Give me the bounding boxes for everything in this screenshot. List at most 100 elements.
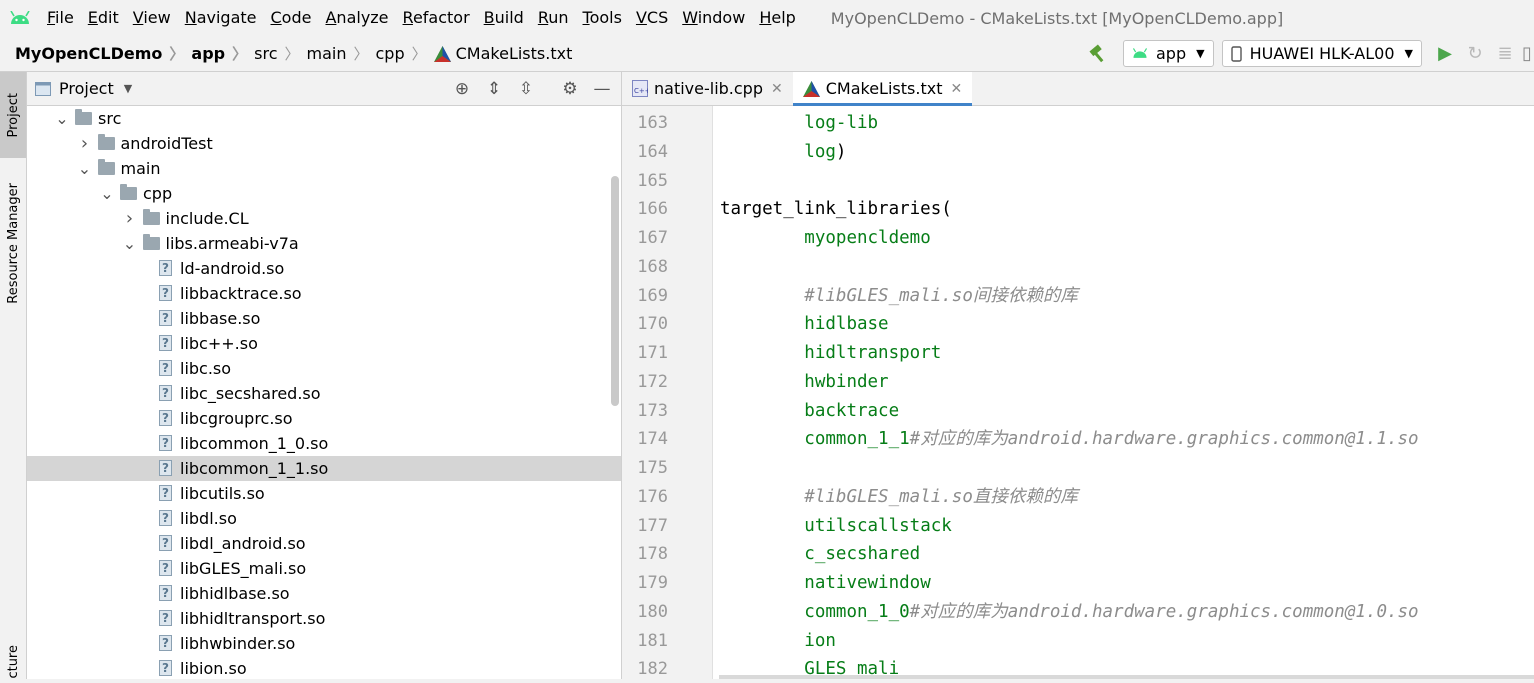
chevron-right-icon[interactable]: › (76, 134, 94, 153)
tree-folder-item[interactable]: ⌄ libs.armeabi-v7a (27, 231, 621, 256)
breadcrumb-src[interactable]: src 〉 (254, 43, 306, 64)
chevron-down-icon[interactable]: ⌄ (76, 160, 94, 176)
line-number: 175 (637, 458, 668, 478)
locate-target-icon[interactable]: ⊕ (449, 76, 475, 102)
tree-file-item[interactable]: ? libbacktrace.so (27, 281, 621, 306)
menu-code[interactable]: Code (264, 0, 319, 36)
breadcrumb-project[interactable]: MyOpenCLDemo 〉 (15, 43, 191, 64)
editor-horizontal-scrollbar[interactable] (719, 675, 1534, 679)
breadcrumb-separator-icon: 〉 (169, 45, 185, 63)
tool-tab-project[interactable]: Project (0, 72, 26, 158)
breadcrumb-module[interactable]: app 〉 (191, 43, 254, 64)
tree-file-item[interactable]: ? libhidlbase.so (27, 581, 621, 606)
tree-file-item[interactable]: ? libhidltransport.so (27, 606, 621, 631)
tree-item-label: libion.so (180, 659, 247, 678)
menu-run[interactable]: Run (531, 0, 576, 36)
tree-file-item[interactable]: ? libhwbinder.so (27, 631, 621, 656)
breadcrumb-separator-icon: 〉 (232, 45, 248, 63)
tree-file-item[interactable]: ? libGLES_mali.so (27, 556, 621, 581)
line-number: 165 (637, 170, 668, 191)
chevron-down-icon[interactable]: ⌄ (121, 235, 139, 251)
project-view-selector[interactable]: Project ▼ (35, 79, 132, 98)
tool-tab-resource-manager[interactable]: Resource Manager (0, 172, 26, 314)
code-line: common_1_1#对应的库为android.hardware.graphic… (720, 425, 1418, 453)
menu-navigate[interactable]: Navigate (178, 0, 264, 36)
tree-item-label: libbase.so (180, 309, 261, 328)
tree-file-item[interactable]: ? libcommon_1_0.so (27, 431, 621, 456)
close-icon[interactable]: ✕ (771, 81, 783, 97)
tree-file-item[interactable]: ? libcommon_1_1.so (27, 456, 621, 481)
tree-file-item[interactable]: ? libcgrouprc.so (27, 406, 621, 431)
tree-file-item[interactable]: ? libbase.so (27, 306, 621, 331)
tree-item-label: libcutils.so (180, 484, 265, 503)
menu-window[interactable]: Window (675, 0, 752, 36)
breadcrumb-separator-icon: 〉 (353, 45, 369, 63)
code-line: utilscallstack (720, 512, 952, 540)
build-hammer-icon[interactable] (1083, 39, 1113, 69)
line-number: 169 (637, 285, 668, 306)
tree-file-item[interactable]: ? libcutils.so (27, 481, 621, 506)
tree-file-item[interactable]: ? libdl_android.so (27, 531, 621, 556)
menu-file[interactable]: File (40, 0, 81, 36)
tree-item-label: libc++.so (180, 334, 258, 353)
tab-cmakelists[interactable]: CMakeLists.txt ✕ (792, 72, 973, 106)
menu-help[interactable]: Help (752, 0, 802, 36)
project-panel: Project ▼ ⊕ ⇕ ⇳ ⚙ — ⌄ src › androidTest ⌄ mai… (27, 72, 622, 679)
tool-tab-structure[interactable]: cture (0, 644, 26, 679)
apply-changes-icon[interactable]: ↻ (1460, 39, 1490, 69)
breadcrumb-separator-icon: 〉 (411, 45, 427, 63)
code-line: nativewindow (720, 569, 930, 597)
tree-folder-item[interactable]: ⌄ src (27, 106, 621, 131)
menu-refactor[interactable]: Refactor (396, 0, 477, 36)
code-area[interactable]: log-lib log) target_link_libraries( myope… (713, 106, 1534, 679)
breadcrumb-main[interactable]: main 〉 (307, 43, 376, 64)
line-number: 170 (637, 314, 668, 335)
expand-all-icon[interactable]: ⇕ (481, 76, 507, 102)
tree-file-item[interactable]: ? libc++.so (27, 331, 621, 356)
breadcrumb-cpp[interactable]: cpp 〉 (376, 43, 434, 64)
close-icon[interactable]: ✕ (950, 81, 962, 97)
tree-folder-item[interactable]: ⌄ main (27, 156, 621, 181)
menu-build[interactable]: Build (477, 0, 531, 36)
breadcrumb-file[interactable]: CMakeLists.txt (433, 44, 572, 63)
gear-icon[interactable]: ⚙ (557, 76, 583, 102)
collapse-all-icon[interactable]: ⇳ (513, 76, 539, 102)
tab-native-lib-cpp[interactable]: C++ native-lib.cpp ✕ (622, 72, 793, 105)
tree-file-item[interactable]: ? libc.so (27, 356, 621, 381)
tree-folder-item[interactable]: › include.CL (27, 206, 621, 231)
menu-vcs[interactable]: VCS (629, 0, 675, 36)
code-argument: c_secshared (804, 544, 921, 565)
tree-file-item[interactable]: ? ld-android.so (27, 256, 621, 281)
device-file-icon[interactable]: ▯ (1520, 39, 1534, 69)
device-dropdown[interactable]: HUAWEI HLK-AL00 ▼ (1221, 40, 1422, 67)
tree-file-item[interactable]: ? libdl.so (27, 506, 621, 531)
project-tree-scrollbar[interactable] (611, 176, 619, 406)
tree-file-item[interactable]: ? libion.so (27, 656, 621, 679)
apply-code-changes-icon[interactable]: ≣ (1490, 39, 1520, 69)
menu-analyze[interactable]: Analyze (318, 0, 395, 36)
chevron-right-icon[interactable]: › (121, 209, 139, 228)
chevron-down-icon[interactable]: ⌄ (98, 185, 116, 201)
line-number: 167 (637, 228, 668, 248)
code-argument: log (804, 141, 836, 162)
tree-file-item[interactable]: ? libc_secshared.so (27, 381, 621, 406)
minimize-icon[interactable]: — (589, 76, 615, 102)
menu-tools[interactable]: Tools (576, 0, 629, 36)
chevron-down-icon[interactable]: ⌄ (53, 110, 71, 126)
dropdown-arrow-icon: ▼ (1404, 47, 1413, 60)
menu-edit[interactable]: Edit (81, 0, 126, 36)
cmake-icon (433, 45, 451, 62)
folder-icon (75, 109, 92, 125)
line-number: 168 (637, 256, 668, 277)
menu-view[interactable]: View (126, 0, 178, 36)
run-configuration-dropdown[interactable]: app ▼ (1122, 40, 1214, 67)
run-icon[interactable]: ▶ (1430, 39, 1460, 69)
tree-folder-item[interactable]: ⌄ cpp (27, 181, 621, 206)
tree-folder-item[interactable]: › androidTest (27, 131, 621, 156)
